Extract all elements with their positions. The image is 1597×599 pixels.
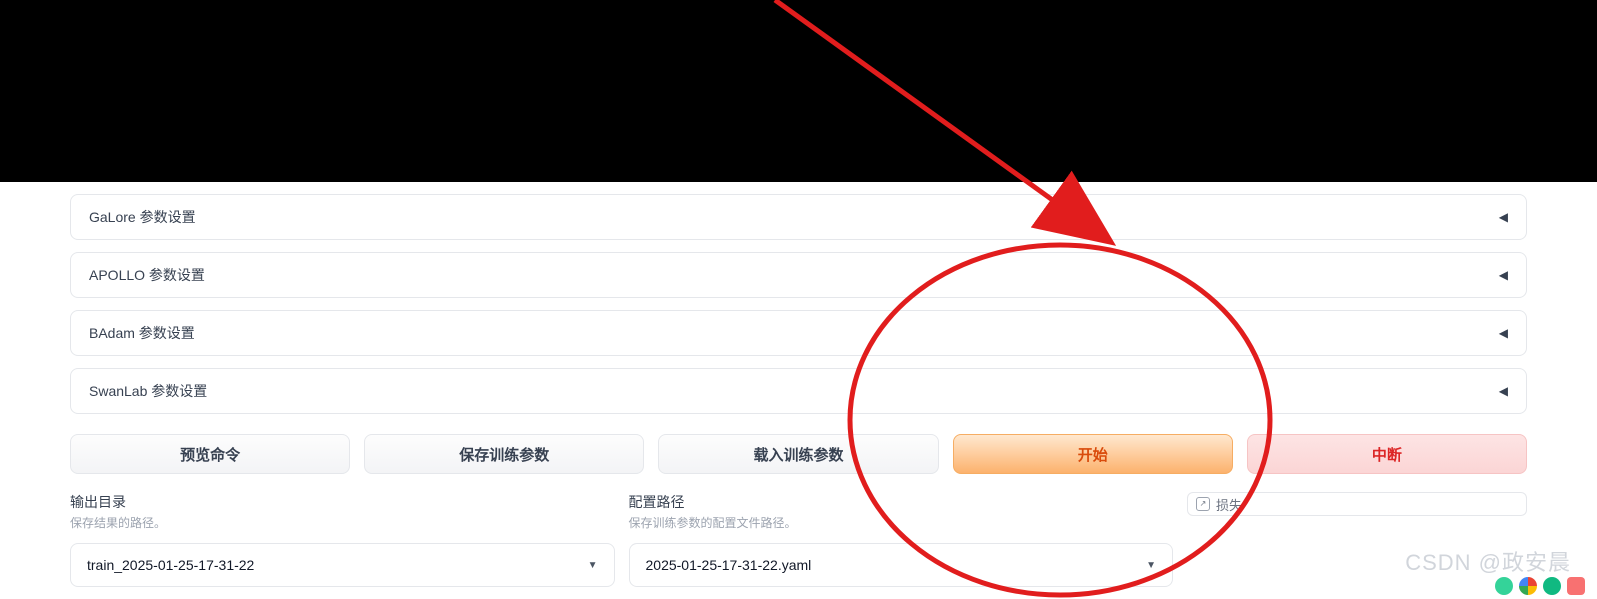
loss-panel-header[interactable]: ↗ 损失: [1187, 492, 1527, 516]
button-row: 预览命令 保存训练参数 载入训练参数 开始 中断: [70, 434, 1527, 474]
output-dir-dropdown[interactable]: train_2025-01-25-17-31-22 ▼: [70, 543, 615, 587]
load-training-params-button[interactable]: 载入训练参数: [658, 434, 938, 474]
triangle-left-icon: ◀: [1499, 326, 1508, 340]
expand-icon: ↗: [1196, 497, 1210, 511]
config-path-dropdown[interactable]: 2025-01-25-17-31-22.yaml ▼: [629, 543, 1174, 587]
save-training-params-button[interactable]: 保存训练参数: [364, 434, 644, 474]
triangle-left-icon: ◀: [1499, 268, 1508, 282]
accordion-label: BAdam 参数设置: [89, 323, 195, 343]
preview-command-button[interactable]: 预览命令: [70, 434, 350, 474]
chrome-icon: [1519, 577, 1537, 595]
output-dir-desc: 保存结果的路径。: [70, 514, 615, 531]
accordion-apollo[interactable]: APOLLO 参数设置 ◀: [70, 252, 1527, 298]
accordion-galore[interactable]: GaLore 参数设置 ◀: [70, 194, 1527, 240]
triangle-left-icon: ◀: [1499, 210, 1508, 224]
wechat-icon: [1543, 577, 1561, 595]
taskbar-icons: [1495, 577, 1585, 595]
redacted-top-region: [0, 0, 1597, 182]
abort-button[interactable]: 中断: [1247, 434, 1527, 474]
caret-down-icon: ▼: [1146, 560, 1156, 571]
lower-row: 输出目录 保存结果的路径。 train_2025-01-25-17-31-22 …: [70, 492, 1527, 587]
accordion-badam[interactable]: BAdam 参数设置 ◀: [70, 310, 1527, 356]
loss-panel-block: ↗ 损失: [1187, 492, 1527, 516]
output-dir-value: train_2025-01-25-17-31-22: [87, 557, 254, 573]
triangle-left-icon: ◀: [1499, 384, 1508, 398]
config-path-value: 2025-01-25-17-31-22.yaml: [646, 557, 812, 573]
accordion-label: SwanLab 参数设置: [89, 381, 207, 401]
start-button[interactable]: 开始: [953, 434, 1233, 474]
app-icon: [1495, 577, 1513, 595]
app-icon: [1567, 577, 1585, 595]
accordion-label: GaLore 参数设置: [89, 207, 196, 227]
accordion-swanlab[interactable]: SwanLab 参数设置 ◀: [70, 368, 1527, 414]
config-path-block: 配置路径 保存训练参数的配置文件路径。 2025-01-25-17-31-22.…: [629, 492, 1174, 587]
loss-panel-label: 损失: [1216, 495, 1242, 514]
output-dir-block: 输出目录 保存结果的路径。 train_2025-01-25-17-31-22 …: [70, 492, 615, 587]
config-path-label: 配置路径: [629, 492, 1174, 512]
config-path-desc: 保存训练参数的配置文件路径。: [629, 514, 1174, 531]
main-content: GaLore 参数设置 ◀ APOLLO 参数设置 ◀ BAdam 参数设置 ◀…: [0, 194, 1597, 587]
accordion-label: APOLLO 参数设置: [89, 265, 205, 285]
caret-down-icon: ▼: [588, 560, 598, 571]
output-dir-label: 输出目录: [70, 492, 615, 512]
